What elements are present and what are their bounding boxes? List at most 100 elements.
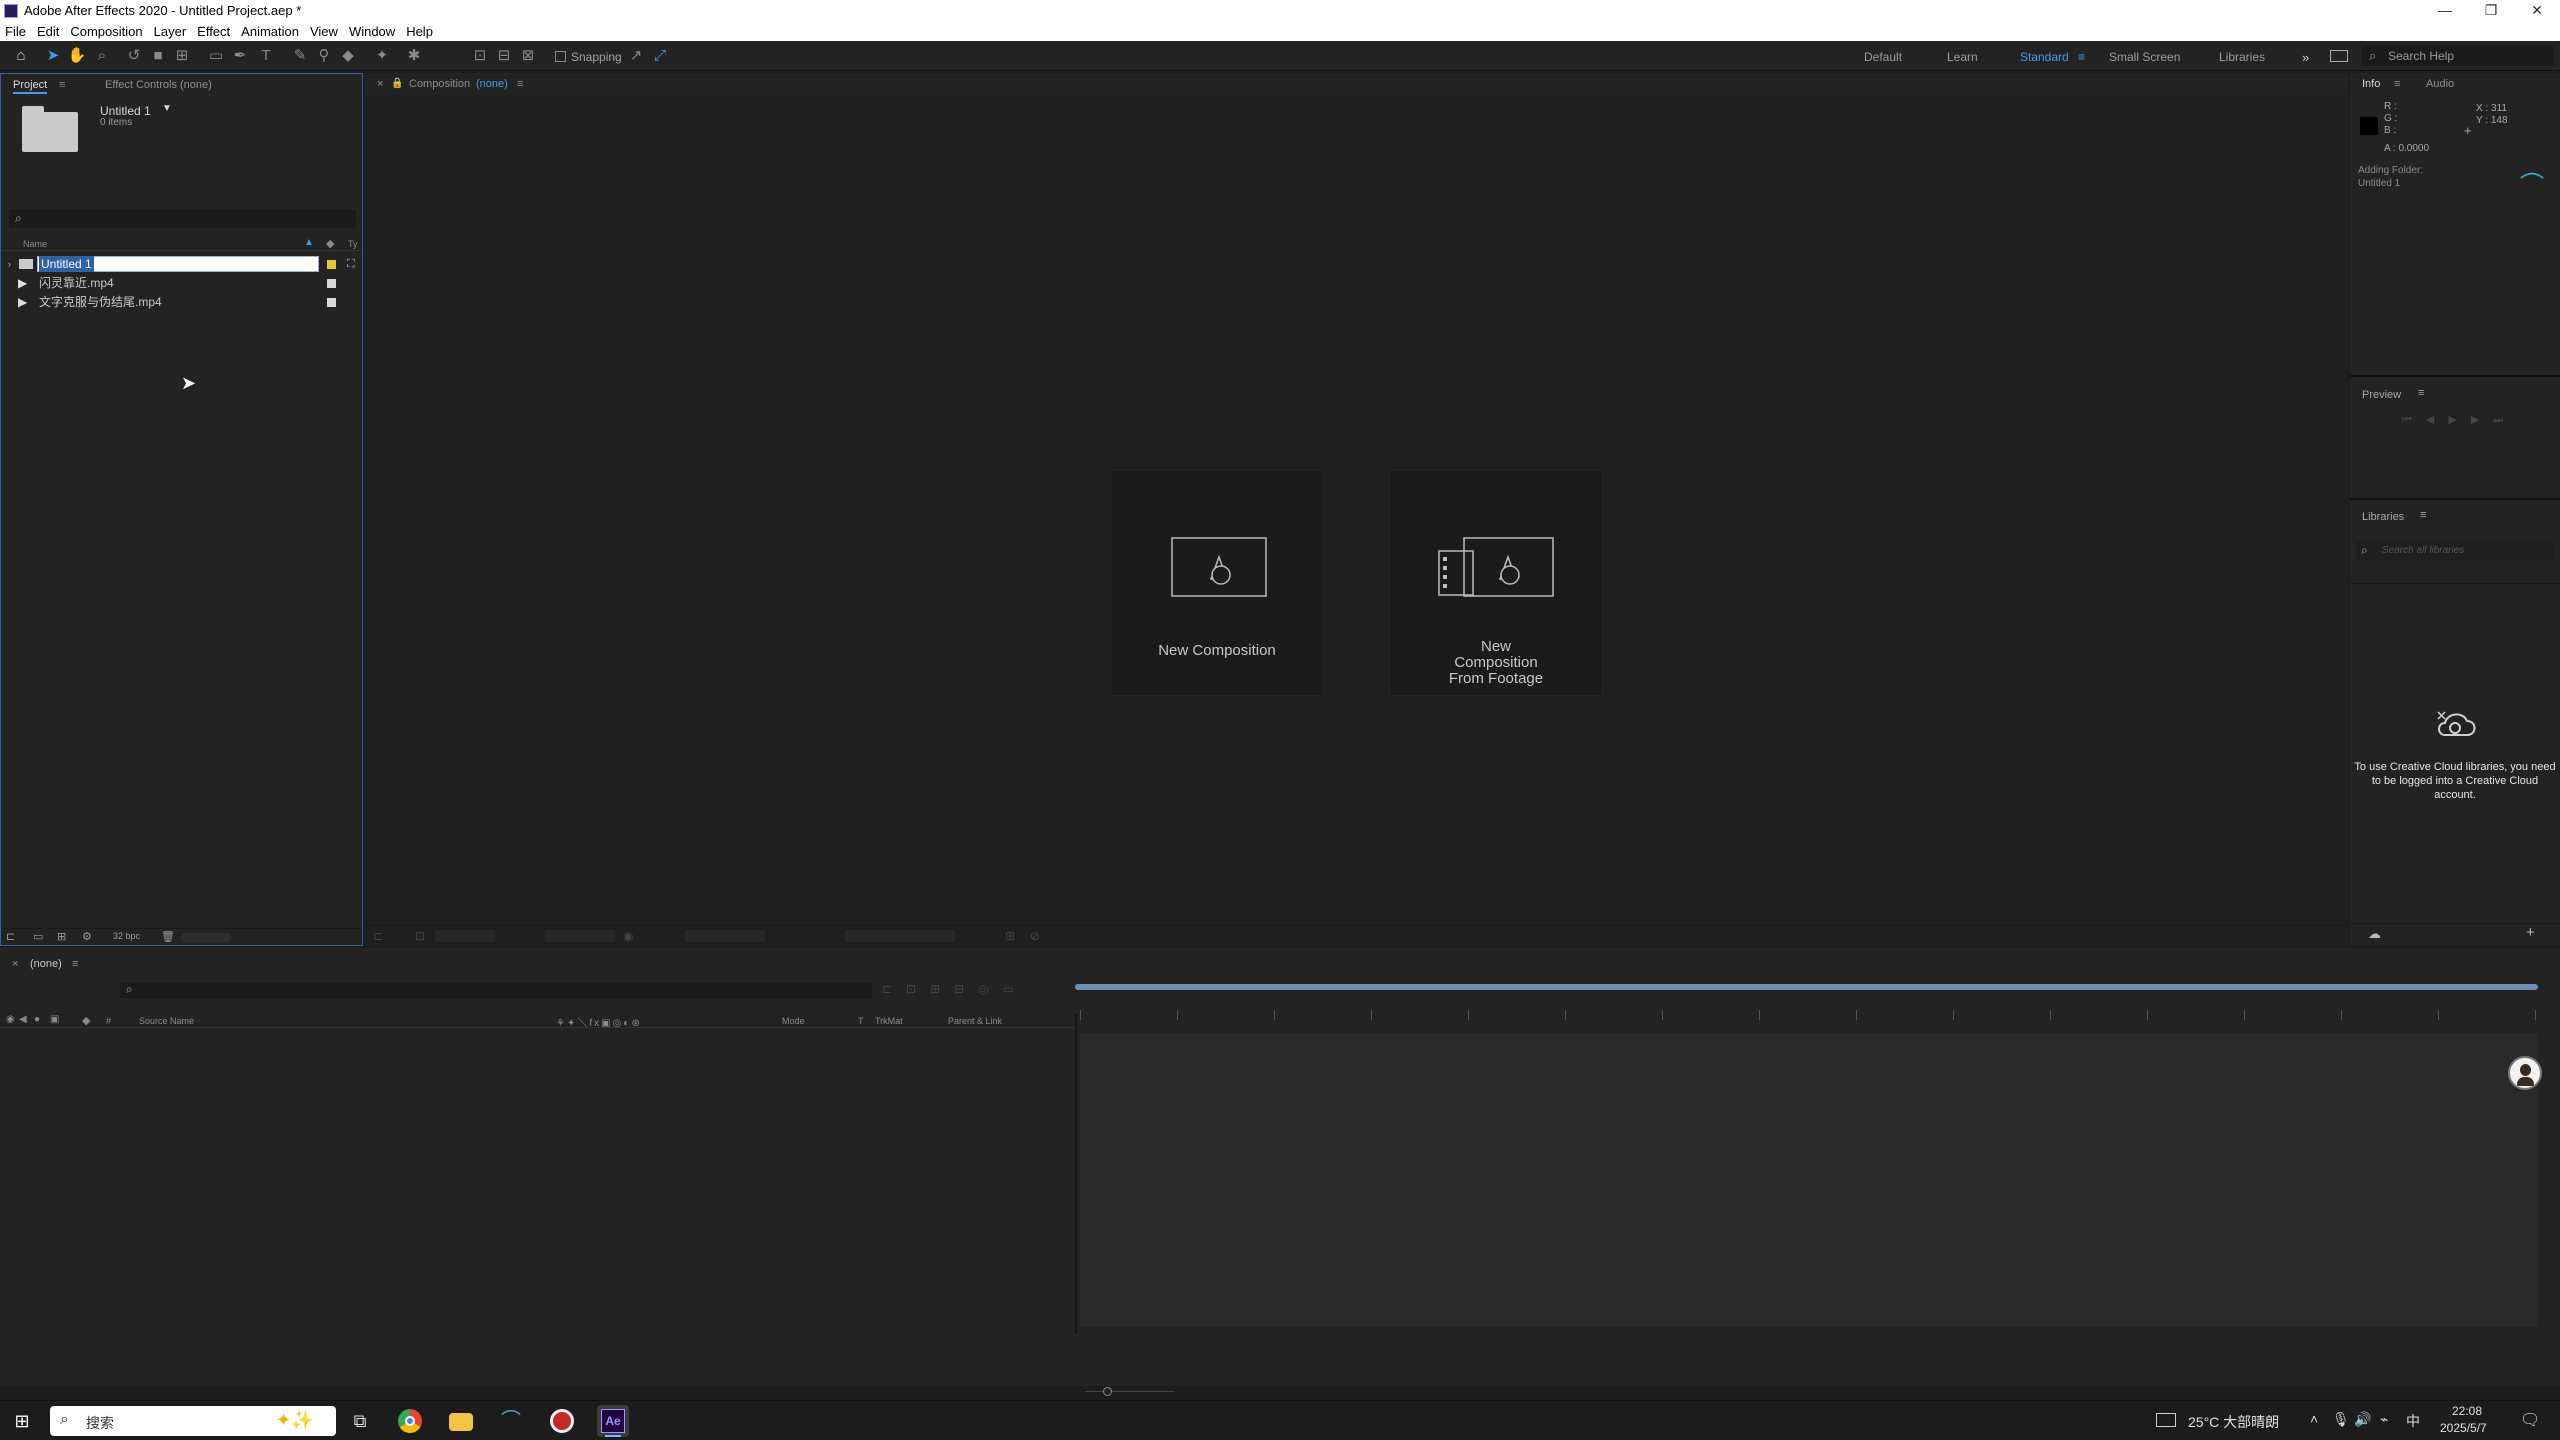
thumbnail-slider[interactable] <box>181 933 231 942</box>
timeline-zoom-slider[interactable] <box>1085 1387 1175 1397</box>
axis-world-icon[interactable]: ⊟ <box>494 47 514 65</box>
restore-button[interactable]: ❐ <box>2468 0 2514 21</box>
clock-time[interactable]: 22:08 <box>2452 1404 2482 1418</box>
menu-animation[interactable]: Animation <box>236 24 305 39</box>
clone-stamp-tool-icon[interactable]: ⚲ <box>314 47 334 65</box>
project-item-folder[interactable]: › Untitled 1 ⛶ <box>1 255 362 273</box>
workspace-small-screen[interactable]: Small Screen <box>2109 50 2180 64</box>
resolution-dropdown[interactable] <box>685 930 765 942</box>
expand-arrow-icon[interactable]: › <box>8 255 11 273</box>
windows-start-icon[interactable]: ⊞ <box>10 1409 34 1433</box>
snapshot-icon[interactable]: ◉ <box>623 929 633 943</box>
timeline-panel-menu-icon[interactable]: ≡ <box>72 958 78 970</box>
reset-exposure-icon[interactable]: ⊘ <box>1030 929 1040 943</box>
audio-switch-icon[interactable]: ◀ <box>19 1014 27 1025</box>
snap-edges-icon[interactable]: ↗ <box>626 47 646 65</box>
timeline-search-input[interactable]: ⌕ <box>120 982 872 998</box>
menu-view[interactable]: View <box>305 24 344 39</box>
menu-composition[interactable]: Composition <box>65 24 148 39</box>
layer-switches-icons[interactable]: ⚘✦＼fx▣◎◐⊛ <box>556 1014 642 1029</box>
microphone-icon[interactable]: 🎙 <box>2332 1411 2350 1428</box>
avatar[interactable] <box>2508 1056 2542 1090</box>
label-column-icon[interactable]: ◆ <box>326 237 334 250</box>
interpret-footage-icon[interactable]: ⊏ <box>6 930 15 943</box>
minimize-button[interactable]: — <box>2422 0 2468 21</box>
new-folder-icon[interactable]: ▭ <box>33 930 43 943</box>
time-ruler-ticks[interactable] <box>1080 1010 2538 1020</box>
tab-audio[interactable]: Audio <box>2426 78 2454 90</box>
camera-tool-icon[interactable]: ■ <box>148 47 168 65</box>
timecode-display[interactable] <box>545 930 615 942</box>
tab-project[interactable]: Project <box>13 79 48 94</box>
info-panel-menu-icon[interactable]: ≡ <box>2394 78 2400 90</box>
folder-dropdown-icon[interactable]: ▼ <box>162 103 172 114</box>
notification-center-icon[interactable]: 🗨 <box>2520 1410 2540 1430</box>
clock-date[interactable]: 2025/5/7 <box>2440 1421 2487 1435</box>
snapping-checkbox[interactable] <box>555 51 566 62</box>
task-view-icon[interactable]: ⧉ <box>348 1409 372 1433</box>
flowchart-icon[interactable]: ⛶ <box>347 255 355 273</box>
brush-tool-icon[interactable]: ✎ <box>290 47 310 65</box>
axis-local-icon[interactable]: ⊡ <box>470 47 490 65</box>
tab-composition-value[interactable]: (none) <box>476 78 508 90</box>
column-trkmat[interactable]: TrkMat <box>875 1016 903 1026</box>
tab-effect-controls[interactable]: Effect Controls (none) <box>105 79 212 91</box>
workspace-default[interactable]: Default <box>1864 50 1902 64</box>
label-color-swatch[interactable] <box>327 298 336 307</box>
menu-effect[interactable]: Effect <box>192 24 236 39</box>
close-button[interactable]: ✕ <box>2514 0 2560 21</box>
solo-switch-icon[interactable]: ● <box>34 1014 40 1025</box>
video-switch-icon[interactable]: ◉ <box>6 1014 15 1025</box>
roto-brush-tool-icon[interactable]: ✦ <box>372 47 392 65</box>
add-library-icon[interactable]: + <box>2526 924 2535 941</box>
search-help-input[interactable]: ⌕ Search Help <box>2362 46 2554 66</box>
edit-workspaces-icon[interactable] <box>2330 50 2348 62</box>
label-color-swatch[interactable] <box>327 260 336 269</box>
file-explorer-icon[interactable] <box>449 1413 473 1431</box>
camera-view-dropdown[interactable] <box>845 930 955 942</box>
pan-behind-tool-icon[interactable]: ⊞ <box>172 47 192 65</box>
more-workspaces-icon[interactable]: » <box>2302 50 2309 65</box>
new-composition-card[interactable]: New Composition <box>1110 470 1324 696</box>
column-t[interactable]: T <box>858 1016 864 1026</box>
show-hidden-icons-icon[interactable]: ˄ <box>2310 1411 2318 1427</box>
lock-switch-icon[interactable]: ▣ <box>50 1014 59 1025</box>
menu-file[interactable]: File <box>0 24 32 39</box>
volume-icon[interactable]: 🔊 <box>2354 1411 2371 1428</box>
hand-tool-icon[interactable]: ✋ <box>67 47 87 65</box>
selection-tool-icon[interactable]: ➤ <box>43 47 63 65</box>
cloud-sync-icon[interactable]: ☁ <box>2368 926 2381 942</box>
layer-track-divider[interactable] <box>1075 1014 1077 1334</box>
workspace-libraries[interactable]: Libraries <box>2219 50 2265 64</box>
menu-edit[interactable]: Edit <box>32 24 65 39</box>
menu-layer[interactable]: Layer <box>149 24 193 39</box>
new-composition-from-footage-card[interactable]: New Composition From Footage <box>1389 470 1603 696</box>
project-item-footage[interactable]: ▶ 闪灵靠近.mp4 <box>1 274 362 292</box>
lock-icon[interactable]: 🔒 <box>391 78 403 89</box>
keyboard-icon[interactable] <box>2156 1413 2176 1427</box>
after-effects-taskbar-button[interactable]: Ae <box>597 1405 629 1437</box>
type-tool-icon[interactable]: T <box>256 47 276 65</box>
project-search-input[interactable]: ⌕ <box>9 210 356 228</box>
column-mode[interactable]: Mode <box>782 1016 805 1026</box>
libraries-panel-menu-icon[interactable]: ≡ <box>2420 509 2426 521</box>
libraries-search-input[interactable]: ⌕ Search all libraries <box>2356 541 2554 561</box>
project-panel-menu-icon[interactable]: ≡ <box>59 79 65 91</box>
home-icon[interactable]: ⌂ <box>11 47 31 65</box>
region-of-interest-icon[interactable]: ⊡ <box>415 929 425 943</box>
tab-composition-label[interactable]: Composition <box>409 78 470 90</box>
project-item-footage[interactable]: ▶ 文字克服与伪结尾.mp4 <box>1 293 362 311</box>
magnification-dropdown[interactable] <box>435 930 495 942</box>
timeline-track-area[interactable] <box>1080 1034 2538 1326</box>
preview-transport-controls[interactable]: ⏮◀▶▶⏭ <box>2402 413 2517 427</box>
label-color-swatch[interactable] <box>327 279 336 288</box>
netease-music-icon[interactable] <box>550 1409 574 1433</box>
close-tab-icon[interactable]: × <box>377 78 383 90</box>
eraser-tool-icon[interactable]: ◆ <box>338 47 358 65</box>
menu-help[interactable]: Help <box>401 24 439 39</box>
menu-window[interactable]: Window <box>344 24 401 39</box>
column-type-header[interactable]: Ty <box>348 239 358 249</box>
puppet-tool-icon[interactable]: ✱ <box>404 47 424 65</box>
workspace-menu-icon[interactable]: ≡ <box>2078 50 2085 64</box>
workspace-standard[interactable]: Standard <box>2020 50 2069 64</box>
